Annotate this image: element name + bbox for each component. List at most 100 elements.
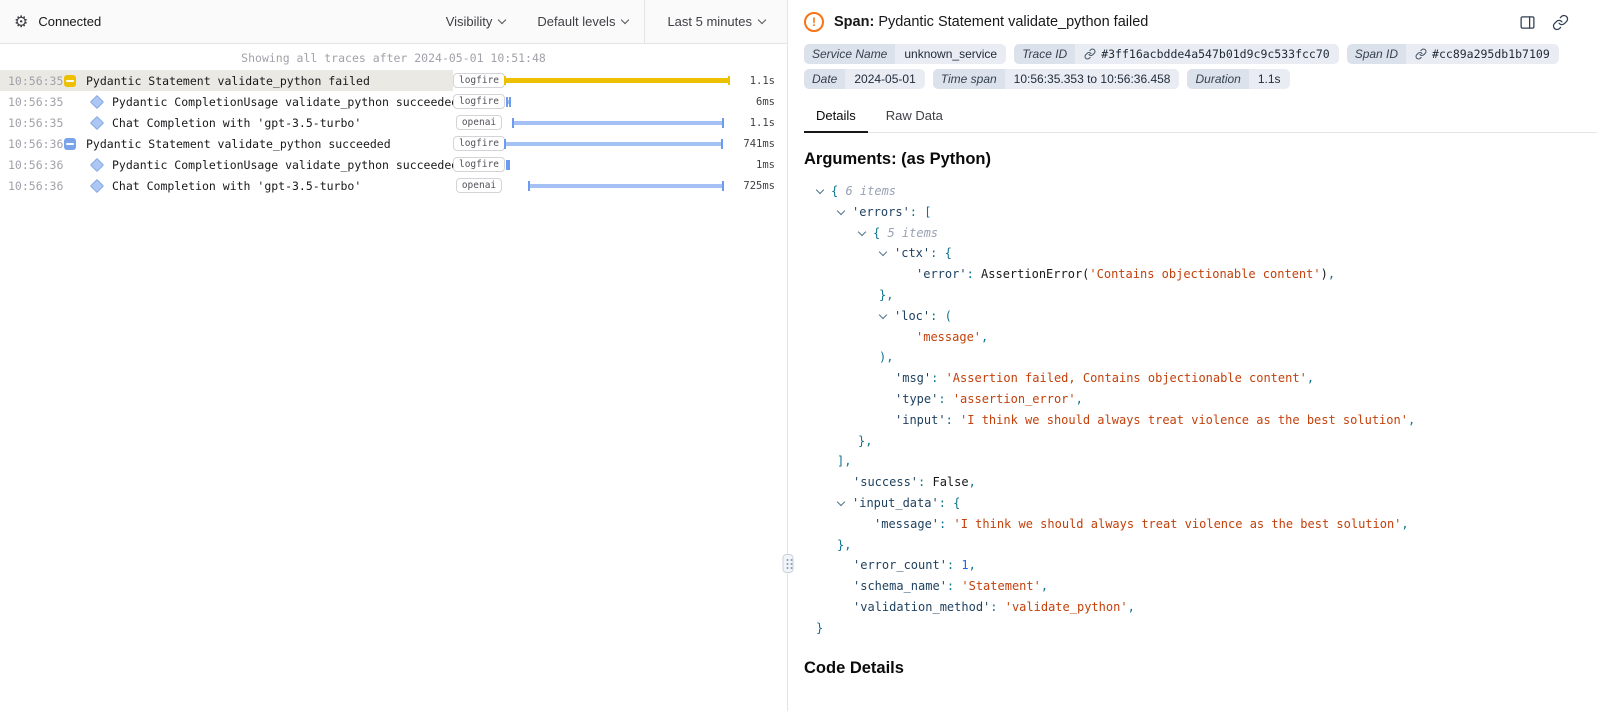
- code-line: }: [816, 618, 1613, 639]
- duration-bar-track: [505, 70, 729, 91]
- badge-label: Date: [804, 69, 845, 89]
- code-token: 'loc': [894, 309, 930, 323]
- code-token: {: [831, 184, 845, 198]
- tag-pill[interactable]: logfire: [453, 94, 505, 110]
- duration-label: 1ms: [729, 159, 787, 171]
- badge-value: #3ff16acbdde4a547b01d9c9c533fcc70: [1075, 44, 1338, 64]
- span-detail-panel: ! Span: Pydantic Statement validate_pyth…: [788, 0, 1613, 711]
- code-line: 'msg': 'Assertion failed, Contains objec…: [816, 368, 1613, 389]
- trace-row[interactable]: 10:56:35Pydantic CompletionUsage validat…: [0, 91, 787, 112]
- info-level-icon: [64, 133, 84, 154]
- code-token: 'assertion_error': [953, 392, 1076, 406]
- visibility-dropdown[interactable]: Visibility: [430, 0, 522, 43]
- collapse-caret-icon[interactable]: [879, 248, 887, 256]
- header-icons: [1519, 14, 1613, 31]
- code-token: ,: [1307, 371, 1314, 385]
- trace-title: Pydantic Statement validate_python succe…: [84, 137, 391, 151]
- chevron-down-icon: [621, 16, 629, 24]
- code-token: ,: [1076, 392, 1083, 406]
- copy-link-icon[interactable]: [1552, 14, 1569, 31]
- code-token: : {: [930, 246, 952, 260]
- trace-timestamp: 10:56:36: [8, 179, 64, 193]
- badge-value: 2024-05-01: [845, 69, 924, 89]
- code-token: :: [918, 475, 932, 489]
- trace-row[interactable]: 10:56:36 Pydantic Statement validate_pyth…: [0, 133, 787, 154]
- arguments-heading: Arguments: (as Python): [804, 150, 1613, 169]
- code-line: },: [816, 431, 1613, 452]
- trace-row[interactable]: 10:56:35Chat Completion with 'gpt-3.5-tu…: [0, 112, 787, 133]
- badge-value: 1.1s: [1249, 69, 1290, 89]
- code-line: 'error_count': 1,: [816, 555, 1613, 576]
- badge-row-2: Date2024-05-01Time span10:56:35.353 to 1…: [804, 69, 1613, 89]
- badge-value: 10:56:35.353 to 10:56:36.458: [1005, 69, 1180, 89]
- duration-label: 741ms: [729, 138, 787, 150]
- trace-timestamp: 10:56:36: [8, 158, 64, 172]
- code-token: },: [858, 434, 872, 448]
- gear-icon[interactable]: ⚙: [14, 12, 28, 32]
- code-token: :: [967, 267, 981, 281]
- duration-bar: [507, 163, 509, 167]
- code-line: 'type': 'assertion_error',: [816, 389, 1613, 410]
- code-token: :: [931, 371, 945, 385]
- collapse-caret-icon[interactable]: [837, 498, 845, 506]
- code-token: },: [837, 538, 851, 552]
- tag-pill[interactable]: openai: [456, 115, 502, 131]
- code-token: 'message': [916, 330, 981, 344]
- code-token: 'ctx': [894, 246, 930, 260]
- tab-details[interactable]: Details: [804, 102, 868, 132]
- toolbar-controls: Visibility Default levels Last 5 minutes: [430, 0, 787, 43]
- tag-pill[interactable]: openai: [456, 178, 502, 194]
- trace-timestamp: 10:56:36: [8, 137, 64, 151]
- collapse-caret-icon[interactable]: [837, 207, 845, 215]
- duration-bar: [513, 121, 724, 125]
- trace-row[interactable]: 10:56:35Pydantic Statement validate_pyth…: [0, 70, 787, 91]
- badge-date: Date2024-05-01: [804, 69, 925, 89]
- code-token: :: [939, 517, 953, 531]
- span-label: Span:: [834, 14, 874, 30]
- chevron-down-icon: [758, 16, 766, 24]
- trace-title: Pydantic CompletionUsage validate_python…: [110, 95, 453, 109]
- code-token: 'message': [874, 517, 939, 531]
- collapse-caret-icon[interactable]: [858, 227, 866, 235]
- badge-value: unknown_service: [895, 44, 1006, 64]
- badge-value-text: unknown_service: [904, 47, 997, 61]
- tag-pill[interactable]: logfire: [453, 73, 505, 89]
- tag-pill[interactable]: logfire: [453, 136, 505, 152]
- code-line: 'ctx': {: [816, 243, 1613, 264]
- code-line: 'input_data': {: [816, 493, 1613, 514]
- badge-label: Trace ID: [1014, 44, 1075, 64]
- code-token: AssertionError(: [981, 267, 1089, 281]
- default-levels-dropdown[interactable]: Default levels: [521, 0, 644, 43]
- tab-bar: DetailsRaw Data: [804, 102, 1597, 133]
- duration-bar-track: [505, 133, 729, 154]
- trace-row[interactable]: 10:56:36Pydantic CompletionUsage validat…: [0, 154, 787, 175]
- code-token: ,: [1041, 579, 1048, 593]
- code-token: : {: [939, 496, 961, 510]
- drag-handle-icon[interactable]: [783, 554, 794, 573]
- badge-label: Service Name: [804, 44, 895, 64]
- code-token: : (: [930, 309, 952, 323]
- tag-pill[interactable]: logfire: [453, 157, 505, 173]
- warning-circle-icon: !: [804, 12, 824, 32]
- time-range-dropdown[interactable]: Last 5 minutes: [644, 0, 787, 43]
- code-token: 'input_data': [852, 496, 939, 510]
- code-token: ),: [879, 350, 893, 364]
- span-title-line: Span: Pydantic Statement validate_python…: [834, 14, 1148, 30]
- code-token: }: [816, 621, 823, 635]
- code-token: 'Statement': [961, 579, 1040, 593]
- link-icon[interactable]: [1415, 48, 1427, 60]
- tab-raw-data[interactable]: Raw Data: [874, 102, 955, 132]
- trace-timestamp: 10:56:35: [8, 74, 64, 88]
- collapse-caret-icon[interactable]: [816, 186, 824, 194]
- collapse-caret-icon[interactable]: [879, 311, 887, 319]
- tag-column: openai: [453, 178, 505, 194]
- link-icon[interactable]: [1084, 48, 1096, 60]
- span-diamond-icon: [90, 112, 110, 133]
- badge-label: Duration: [1187, 69, 1248, 89]
- code-token: {: [873, 226, 887, 240]
- trace-row[interactable]: 10:56:36Chat Completion with 'gpt-3.5-tu…: [0, 175, 787, 196]
- duration-bar-track: [505, 112, 729, 133]
- span-header: ! Span: Pydantic Statement validate_pyth…: [804, 11, 1613, 43]
- code-token: },: [879, 288, 893, 302]
- panel-layout-icon[interactable]: [1519, 14, 1536, 31]
